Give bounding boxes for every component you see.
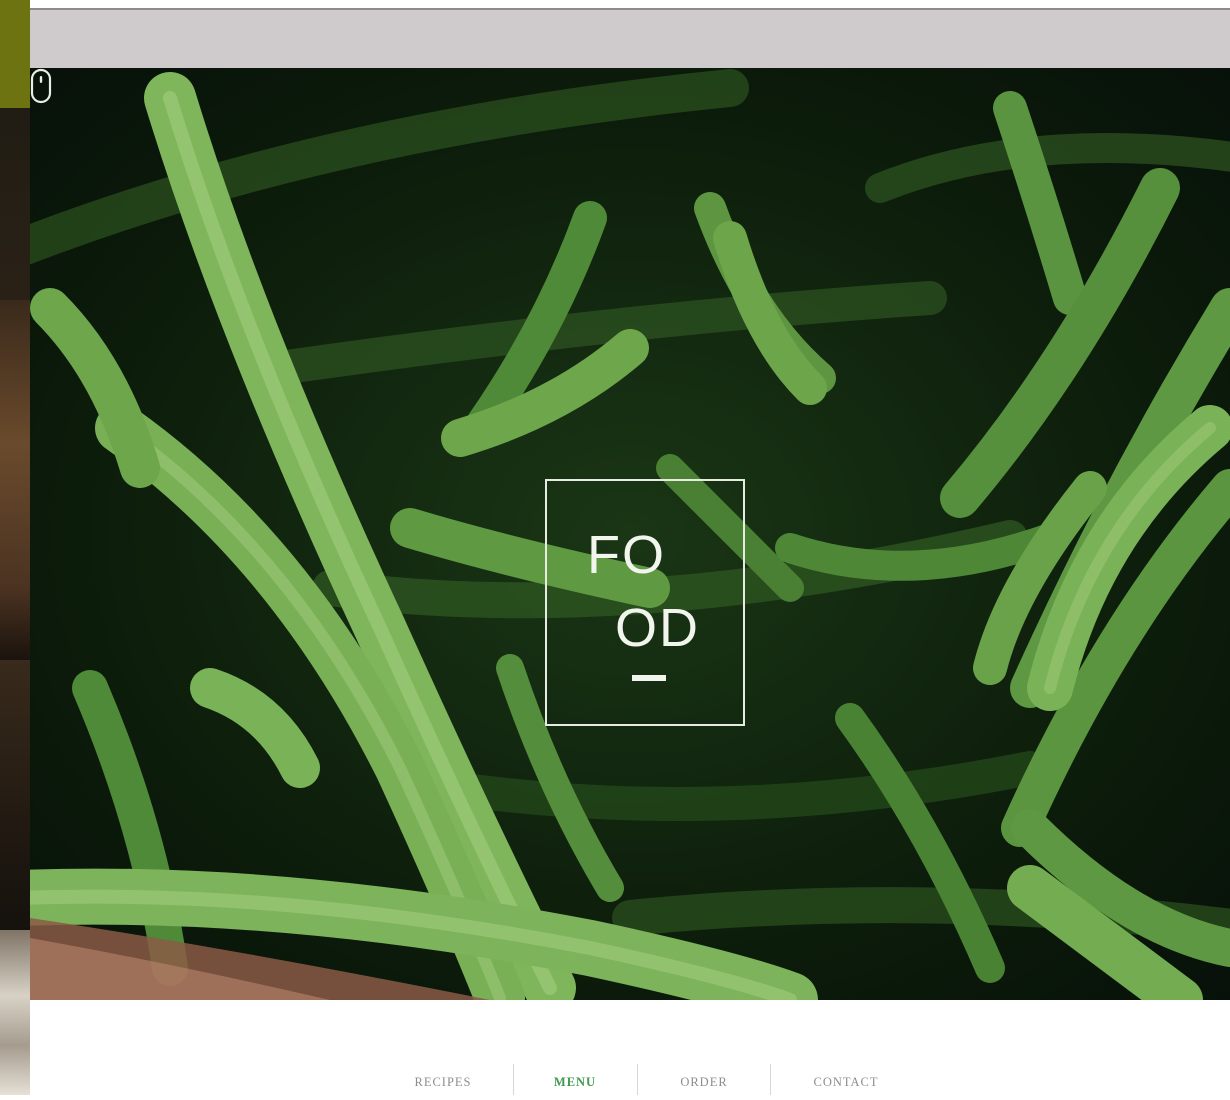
background-rust-panel: [0, 300, 30, 660]
header-bar: [30, 10, 1230, 68]
nav-item-recipes[interactable]: RECIPES: [382, 1064, 504, 1095]
nav-separator: [637, 1064, 638, 1095]
main-navigation: RECIPES MENU ORDER CONTACT: [30, 1000, 1230, 1095]
logo-line-2: OD: [615, 598, 700, 658]
nav-separator: [513, 1064, 514, 1095]
background-olive-band: [0, 0, 30, 108]
logo-line-1: FO: [587, 525, 666, 585]
nav-item-order[interactable]: ORDER: [644, 1064, 764, 1095]
food-logo[interactable]: FO OD: [545, 479, 745, 726]
nav-list: RECIPES MENU ORDER CONTACT: [30, 1064, 1230, 1095]
background-page-strip: [0, 0, 30, 1095]
nav-item-contact[interactable]: CONTACT: [778, 1064, 914, 1095]
background-plate: [0, 930, 30, 1095]
nav-separator: [770, 1064, 771, 1095]
nav-item-menu[interactable]: MENU: [520, 1064, 630, 1095]
logo-dash: [632, 675, 666, 681]
mouse-scroll-icon[interactable]: [30, 68, 52, 104]
hero-image: FO OD: [30, 68, 1230, 1000]
